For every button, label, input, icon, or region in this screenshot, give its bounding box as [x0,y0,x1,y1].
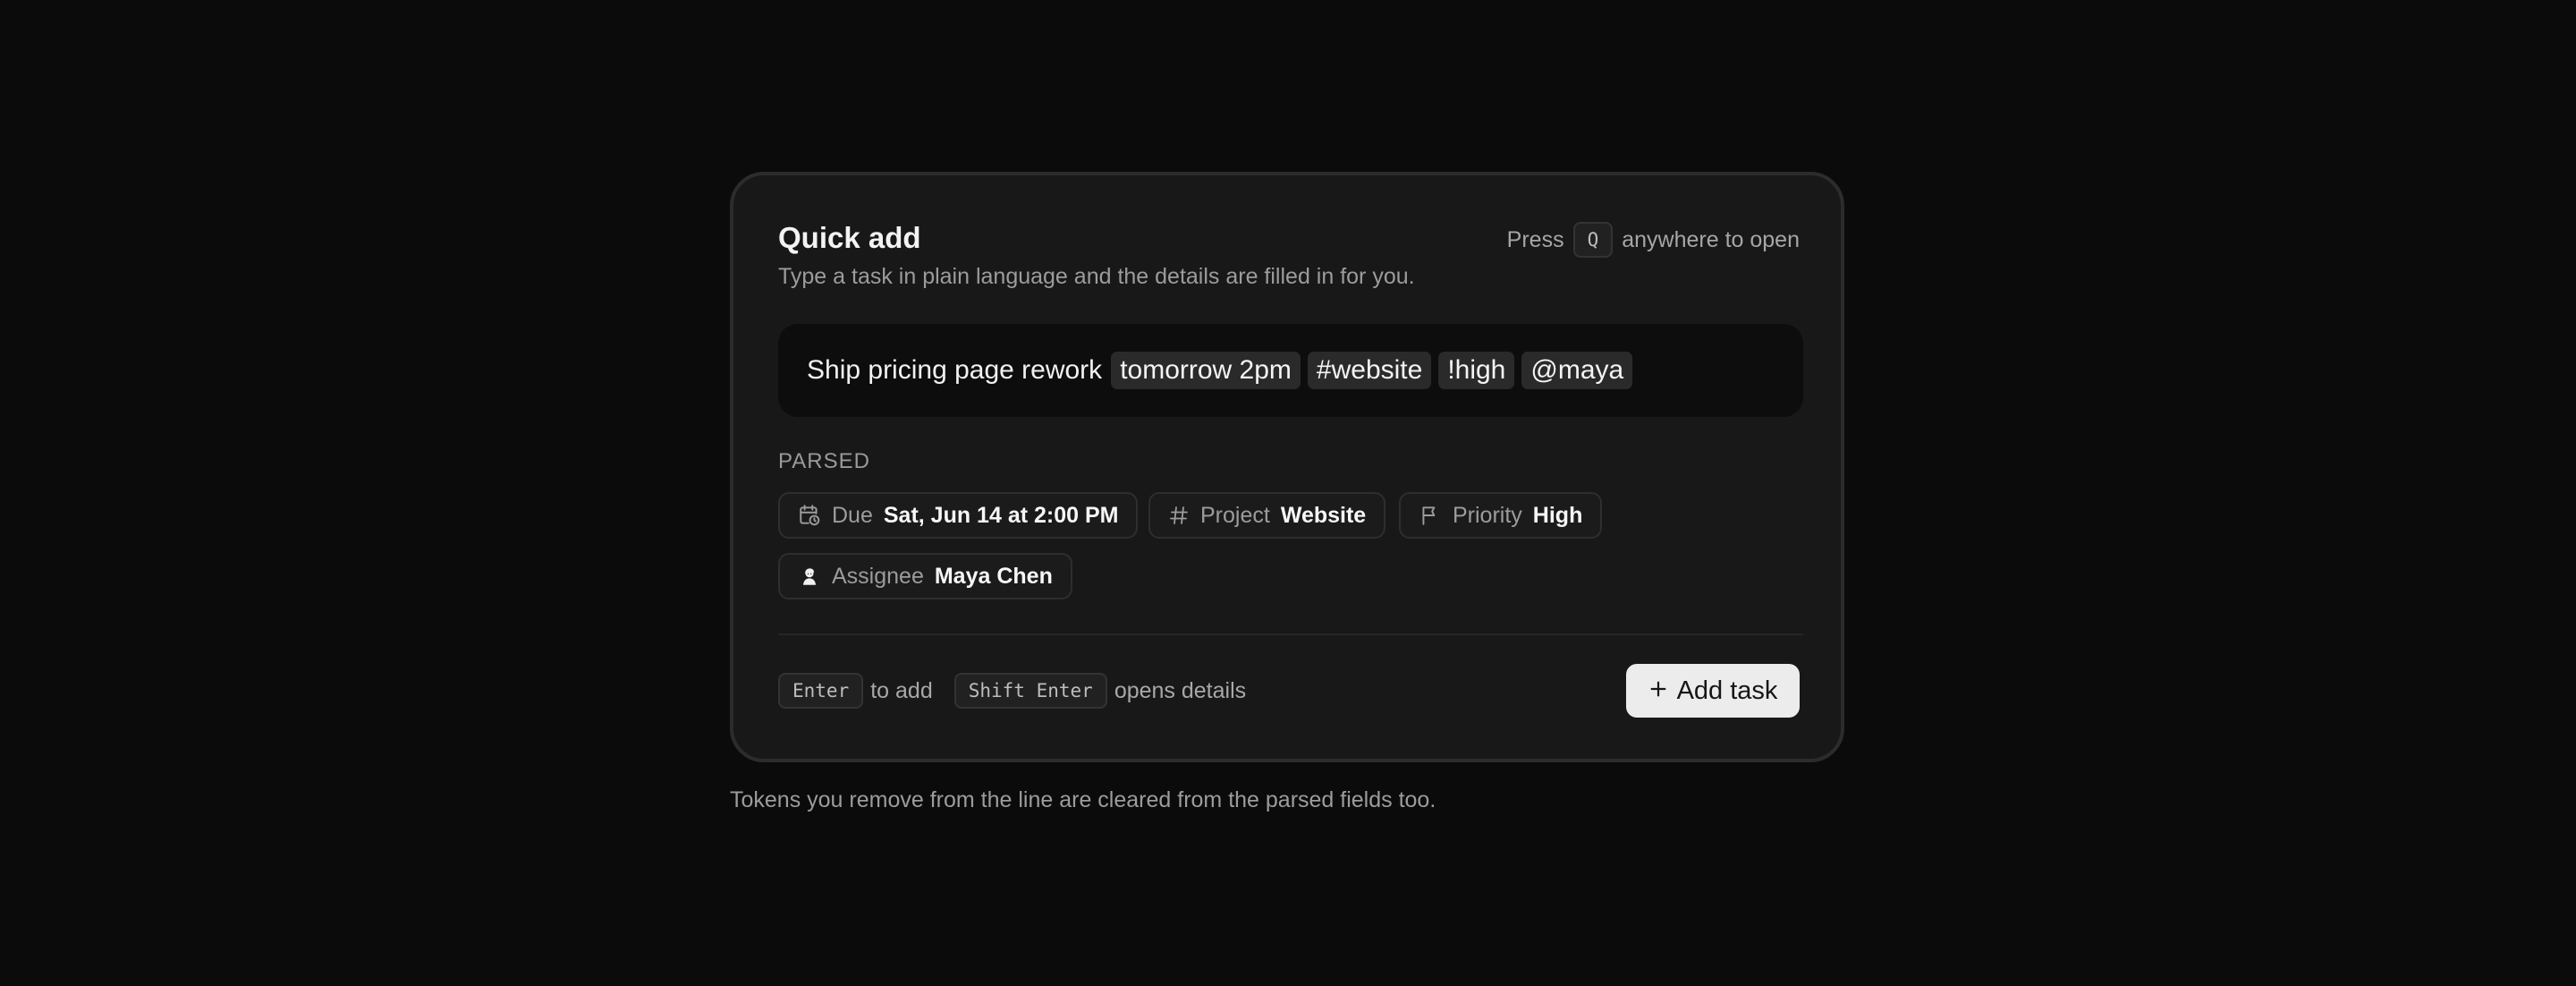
task-input[interactable]: Ship pricing page rework tomorrow 2pm #w… [778,324,1803,417]
parsed-field-priority-value: High [1532,502,1583,528]
shift-enter-hint-text: opens details [1114,677,1247,703]
parsed-field-due[interactable]: Due Sat, Jun 14 at 2:00 PM [778,492,1139,539]
parsed-field-assignee[interactable]: Assignee Maya Chen [778,553,1072,599]
quick-add-panel: Quick add Type a task in plain language … [730,172,1844,762]
parsed-field-project-label: Project [1200,502,1270,528]
avatar-icon [798,565,821,588]
calendar-clock-icon [798,504,821,527]
flag-icon [1419,504,1442,527]
keyboard-hints: Enter to add Shift Enter opens details [778,673,1246,709]
footnote: Tokens you remove from the line are clea… [730,787,1436,812]
parsed-field-project[interactable]: Project Website [1148,492,1386,539]
add-task-button[interactable]: Add task [1626,664,1800,718]
parsed-field-priority[interactable]: Priority High [1399,492,1603,539]
panel-subtitle: Type a task in plain language and the de… [778,264,1415,289]
token-assignee[interactable]: @maya [1521,352,1633,389]
page: Quick add Type a task in plain language … [0,0,2576,986]
plus-icon [1648,676,1668,706]
panel-title: Quick add [778,221,921,254]
parsed-label: PARSED [778,449,870,473]
enter-hint-text: to add [870,677,933,703]
parsed-field-priority-label: Priority [1453,502,1522,528]
token-priority[interactable]: !high [1438,352,1515,389]
divider [778,633,1803,635]
shortcut-key-q: Q [1572,222,1614,258]
shortcut-hint-suffix: anywhere to open [1622,227,1800,252]
parsed-field-due-value: Sat, Jun 14 at 2:00 PM [883,502,1119,528]
token-project[interactable]: #website [1307,352,1432,389]
enter-key: Enter [778,673,864,709]
hash-icon [1168,505,1190,526]
shift-enter-key: Shift Enter [953,673,1107,709]
parsed-field-due-label: Due [832,502,873,528]
parsed-field-project-value: Website [1280,502,1367,528]
parsed-field-assignee-label: Assignee [832,563,924,589]
token-due[interactable]: tomorrow 2pm [1111,352,1301,389]
shortcut-hint: Press Q anywhere to open [1507,222,1800,258]
shortcut-hint-prefix: Press [1506,227,1564,252]
parsed-field-assignee-value: Maya Chen [934,563,1053,589]
add-task-button-label: Add task [1676,676,1778,705]
task-input-text: Ship pricing page rework [807,355,1103,385]
